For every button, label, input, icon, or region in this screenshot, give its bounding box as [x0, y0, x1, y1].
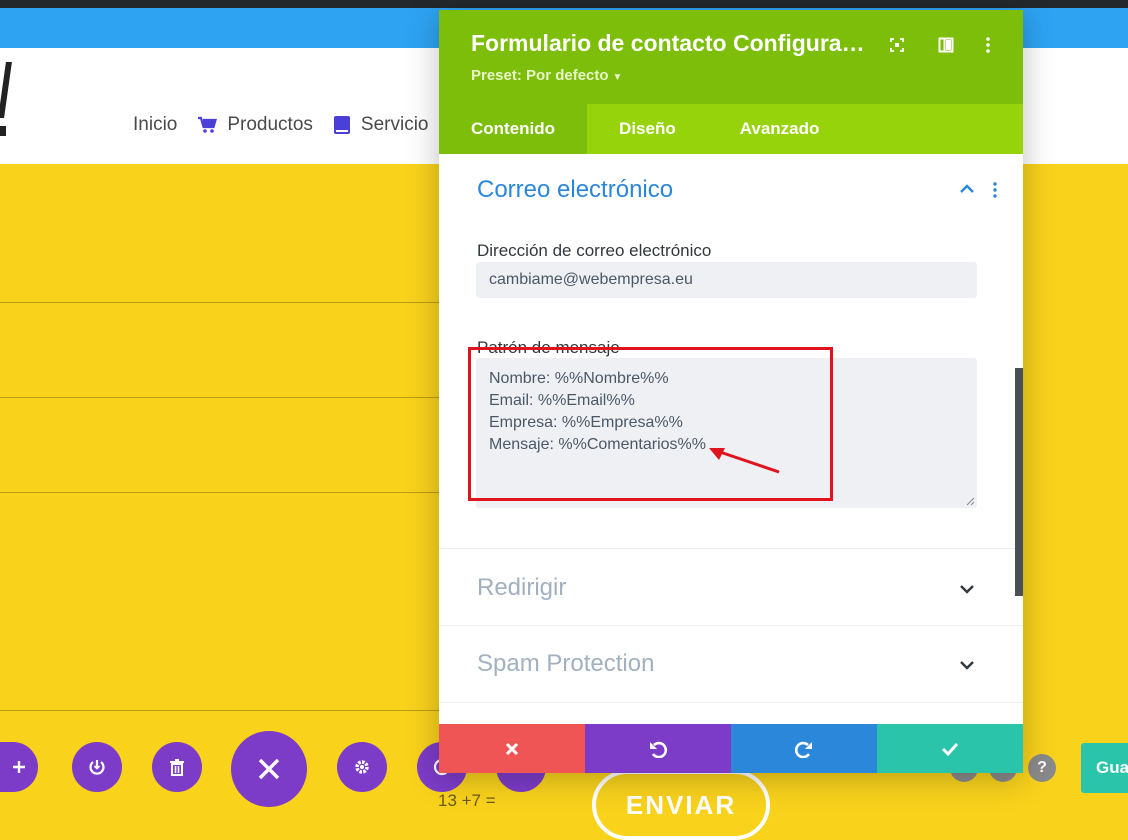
trash-icon [170, 759, 184, 776]
plus-icon [13, 761, 25, 773]
nav-item-label: Servicio [360, 114, 429, 135]
close-icon [505, 742, 519, 755]
tab-diseno[interactable]: Diseño [587, 104, 708, 154]
power-button[interactable] [72, 742, 122, 792]
undo-icon [650, 741, 668, 758]
row-divider [0, 397, 440, 398]
section-title-email[interactable]: Correo electrónico [477, 176, 673, 204]
modal-body: Correo electrónico Dirección de correo e… [439, 154, 1023, 724]
redo-button[interactable] [731, 724, 877, 773]
save-page-button[interactable]: Gua [1081, 743, 1128, 793]
main-nav: Inicio Productos Servicio [133, 114, 448, 136]
help-button[interactable]: ? [1028, 754, 1056, 782]
tab-avanzado[interactable]: Avanzado [708, 104, 852, 154]
nav-item-servicios[interactable]: Servicio [333, 114, 429, 136]
section-divider [439, 625, 1023, 626]
preset-label: Preset: Por defecto [471, 67, 609, 84]
power-icon [89, 760, 105, 775]
trash-button[interactable] [152, 742, 202, 792]
browser-top-strip [0, 0, 1128, 8]
section-divider [439, 702, 1023, 703]
row-divider [0, 302, 440, 303]
save-button[interactable] [877, 724, 1023, 773]
section-divider [439, 548, 1023, 549]
section-title-redirect[interactable]: Redirigir [477, 574, 566, 602]
caret-down-icon: ▼ [612, 72, 623, 83]
section-title-spam[interactable]: Spam Protection [477, 650, 654, 678]
chevron-down-icon[interactable] [959, 660, 975, 670]
undo-button[interactable] [585, 724, 731, 773]
email-field[interactable]: cambiame@webempresa.eu [476, 262, 977, 298]
row-divider [0, 710, 440, 711]
modal-header: Formulario de contacto Configurac... Pre… [439, 10, 1023, 104]
email-field-label: Dirección de correo electrónico [477, 241, 712, 260]
nav-item-inicio[interactable]: Inicio [133, 114, 177, 136]
book-icon [333, 116, 350, 134]
nav-item-label: Productos [227, 114, 313, 135]
chevron-down-icon[interactable] [959, 584, 975, 594]
module-settings-modal: Formulario de contacto Configurac... Pre… [439, 10, 1023, 773]
submit-button[interactable]: ENVIAR [592, 770, 770, 840]
resize-handle-icon[interactable] [965, 496, 975, 506]
section-options-icon[interactable] [992, 182, 998, 198]
split-view-icon[interactable] [936, 35, 956, 55]
add-button[interactable] [0, 742, 38, 792]
cancel-button[interactable] [439, 724, 585, 773]
captcha-question: 13 +7 = [438, 791, 496, 810]
arrow-annotation-icon [709, 448, 780, 474]
close-icon [258, 758, 280, 780]
nav-item-productos[interactable]: Productos [197, 114, 313, 136]
settings-button[interactable] [337, 742, 387, 792]
modal-title: Formulario de contacto Configurac... [471, 30, 871, 56]
fullscreen-icon[interactable] [887, 35, 907, 55]
tab-contenido[interactable]: Contenido [439, 104, 588, 154]
gear-icon [355, 760, 369, 774]
scrollbar[interactable] [1015, 368, 1023, 596]
logo[interactable] [0, 62, 12, 138]
preset-selector[interactable]: Preset: Por defecto ▼ [471, 67, 622, 84]
modal-tabs: Contenido Diseño Avanzado [439, 104, 1023, 154]
check-icon [941, 742, 959, 756]
redo-icon [794, 741, 812, 758]
row-divider [0, 492, 440, 493]
more-options-icon[interactable] [978, 35, 998, 55]
cart-icon [198, 116, 218, 133]
close-builder-button[interactable] [231, 731, 307, 807]
nav-item-label: Inicio [133, 114, 178, 135]
modal-footer [439, 724, 1023, 773]
chevron-up-icon[interactable] [959, 184, 975, 194]
